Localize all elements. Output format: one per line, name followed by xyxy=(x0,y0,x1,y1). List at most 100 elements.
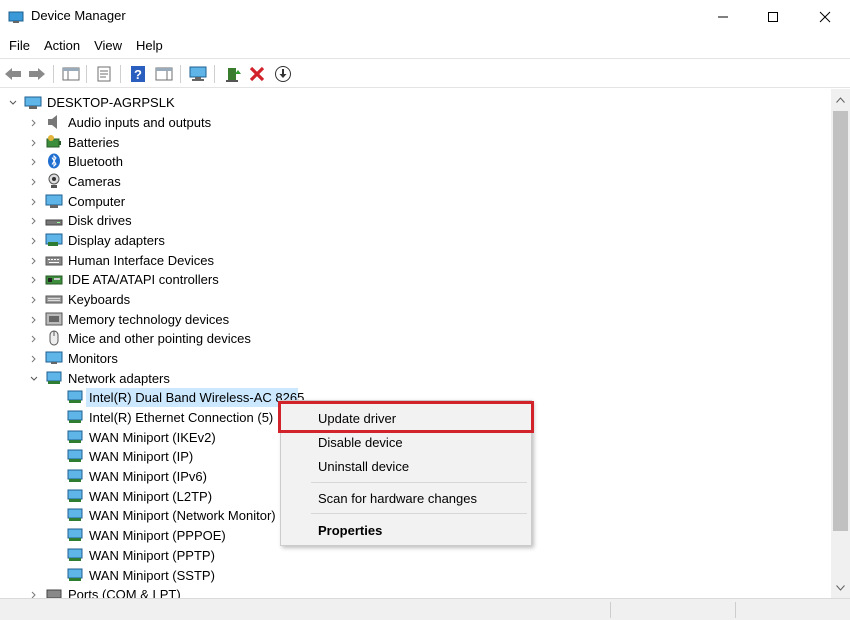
highlight-annotation-box xyxy=(278,401,534,433)
chevron-right-icon[interactable] xyxy=(29,197,39,207)
tree-label: Bluetooth xyxy=(68,154,123,169)
window-title: Device Manager xyxy=(31,8,126,23)
forward-arrow-icon[interactable] xyxy=(26,63,48,85)
tree-item-wan-pptp[interactable]: WAN Miniport (PPTP) xyxy=(0,546,831,565)
tree-label: Ports (COM & LPT) xyxy=(68,587,181,598)
download-icon[interactable] xyxy=(272,63,294,85)
close-button[interactable] xyxy=(802,0,848,34)
chevron-right-icon[interactable] xyxy=(29,315,39,325)
tree-item-disk-drives[interactable]: Disk drives xyxy=(0,211,831,230)
tree-item-monitors[interactable]: Monitors xyxy=(0,349,831,368)
chevron-down-icon[interactable] xyxy=(29,374,39,384)
context-scan-hardware[interactable]: Scan for hardware changes xyxy=(281,488,531,510)
chevron-right-icon[interactable] xyxy=(29,138,39,148)
tree-label: WAN Miniport (SSTP) xyxy=(89,568,215,583)
tree-label: Keyboards xyxy=(68,292,131,307)
title-bar: Device Manager xyxy=(0,0,850,34)
chevron-right-icon[interactable] xyxy=(29,216,39,226)
tree-item-network-adapters[interactable]: Network adapters xyxy=(0,369,831,388)
status-divider xyxy=(735,602,736,618)
vertical-scrollbar[interactable] xyxy=(831,89,850,598)
action-pane-icon[interactable] xyxy=(153,63,175,85)
computer-icon xyxy=(45,193,63,209)
battery-icon xyxy=(45,134,63,150)
tree-label: Cameras xyxy=(68,174,121,189)
toolbar-separator xyxy=(180,65,181,83)
context-properties[interactable]: Properties xyxy=(281,520,531,542)
tree-label: Memory technology devices xyxy=(68,312,230,327)
tree-item-ports[interactable]: Ports (COM & LPT) xyxy=(0,585,831,598)
network-adapter-icon xyxy=(66,567,84,583)
tree-item-keyboards[interactable]: Keyboards xyxy=(0,290,831,309)
chevron-right-icon[interactable] xyxy=(29,256,39,266)
tree-item-wan-sstp[interactable]: WAN Miniport (SSTP) xyxy=(0,566,831,585)
scroll-down-arrow-icon[interactable] xyxy=(831,579,850,596)
monitor-scan-icon[interactable] xyxy=(187,63,209,85)
tree-label: Monitors xyxy=(68,351,118,366)
tree-item-audio[interactable]: Audio inputs and outputs xyxy=(0,113,831,132)
tree-item-display-adapters[interactable]: Display adapters xyxy=(0,231,831,250)
network-adapter-icon xyxy=(66,389,84,405)
chevron-right-icon[interactable] xyxy=(29,295,39,305)
keyboard-icon xyxy=(45,291,63,307)
tree-label: WAN Miniport (IP) xyxy=(89,449,194,464)
minimize-button[interactable] xyxy=(700,0,746,34)
tree-label: WAN Miniport (PPPOE) xyxy=(89,528,226,543)
chevron-down-icon[interactable] xyxy=(8,98,18,108)
chevron-right-icon[interactable] xyxy=(29,157,39,167)
tree-item-mice[interactable]: Mice and other pointing devices xyxy=(0,329,831,348)
root-label: DESKTOP-AGRPSLK xyxy=(47,95,175,110)
scrollbar-thumb[interactable] xyxy=(833,111,848,531)
scroll-up-arrow-icon[interactable] xyxy=(831,91,850,108)
back-arrow-icon[interactable] xyxy=(2,63,24,85)
tree-item-computer[interactable]: Computer xyxy=(0,192,831,211)
chevron-right-icon[interactable] xyxy=(29,118,39,128)
tree-label: Disk drives xyxy=(68,213,132,228)
keyboard-icon xyxy=(45,252,63,268)
disk-drive-icon xyxy=(45,212,63,228)
chevron-right-icon[interactable] xyxy=(29,275,39,285)
network-adapter-icon xyxy=(45,370,63,386)
chevron-right-icon[interactable] xyxy=(29,354,39,364)
tree-item-hid[interactable]: Human Interface Devices xyxy=(0,251,831,270)
memory-icon xyxy=(45,311,63,327)
show-hide-console-tree-icon[interactable] xyxy=(60,63,82,85)
tree-label: Batteries xyxy=(68,135,120,150)
tree-root[interactable]: DESKTOP-AGRPSLK xyxy=(0,93,831,112)
network-adapter-icon xyxy=(66,409,84,425)
tree-label: Intel(R) Dual Band Wireless-AC 8265 xyxy=(89,390,305,405)
tree-label: WAN Miniport (IPv6) xyxy=(89,469,207,484)
toolbar-separator xyxy=(214,65,215,83)
tree-item-bluetooth[interactable]: Bluetooth xyxy=(0,152,831,171)
menu-help[interactable]: Help xyxy=(129,35,170,57)
tree-label: WAN Miniport (Network Monitor) xyxy=(89,508,276,523)
network-adapter-icon xyxy=(66,448,84,464)
tree-item-cameras[interactable]: Cameras xyxy=(0,172,831,191)
network-adapter-icon xyxy=(66,527,84,543)
tree-label: WAN Miniport (PPTP) xyxy=(89,548,215,563)
menu-bar: File Action View Help xyxy=(0,35,850,57)
tree-item-batteries[interactable]: Batteries xyxy=(0,133,831,152)
tree-item-memory[interactable]: Memory technology devices xyxy=(0,310,831,329)
context-uninstall-device[interactable]: Uninstall device xyxy=(281,456,531,478)
menu-action[interactable]: Action xyxy=(37,35,87,57)
properties-sheet-icon[interactable] xyxy=(93,63,115,85)
tree-label: Mice and other pointing devices xyxy=(68,331,251,346)
toolbar-separator xyxy=(53,65,54,83)
chevron-right-icon[interactable] xyxy=(29,177,39,187)
chevron-right-icon[interactable] xyxy=(29,236,39,246)
bluetooth-icon xyxy=(45,153,63,169)
help-icon[interactable]: ? xyxy=(127,63,149,85)
context-disable-device[interactable]: Disable device xyxy=(281,432,531,454)
tree-item-ide[interactable]: IDE ATA/ATAPI controllers xyxy=(0,270,831,289)
chevron-right-icon[interactable] xyxy=(29,334,39,344)
uninstall-icon[interactable] xyxy=(246,63,268,85)
menu-file[interactable]: File xyxy=(0,35,37,57)
context-separator xyxy=(311,482,527,483)
tree-label: Intel(R) Ethernet Connection (5) I2 xyxy=(89,410,288,425)
menu-view[interactable]: View xyxy=(87,35,129,57)
chevron-right-icon[interactable] xyxy=(29,590,39,598)
network-adapter-icon xyxy=(66,547,84,563)
update-driver-icon[interactable] xyxy=(222,63,244,85)
maximize-button[interactable] xyxy=(750,0,796,34)
